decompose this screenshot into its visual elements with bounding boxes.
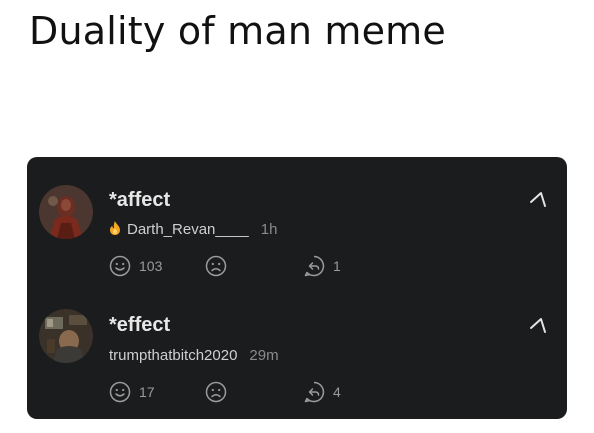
comment-age: 29m bbox=[249, 347, 279, 364]
dislike-button[interactable] bbox=[205, 381, 227, 403]
reply-count: 4 bbox=[333, 384, 341, 400]
avatar-image bbox=[39, 185, 93, 239]
avatar[interactable] bbox=[39, 185, 93, 239]
comment-age: 1h bbox=[260, 221, 278, 238]
like-count: 103 bbox=[139, 258, 163, 274]
avatar-image bbox=[39, 309, 93, 363]
comment-item: *affect Darth_Revan____ 1h 103 1 bbox=[27, 157, 567, 287]
comment-body: *effect bbox=[109, 314, 171, 336]
page-title: Duality of man meme bbox=[29, 9, 446, 53]
comment-author[interactable]: Darth_Revan____ bbox=[127, 221, 249, 238]
fire-icon bbox=[109, 221, 121, 239]
frown-icon bbox=[205, 255, 227, 277]
comment-body: *affect bbox=[109, 189, 171, 211]
reply-button[interactable]: 4 bbox=[303, 381, 341, 403]
avatar[interactable] bbox=[39, 309, 93, 363]
upvote-arrow-icon[interactable] bbox=[527, 187, 549, 209]
reply-icon bbox=[304, 255, 325, 277]
frown-icon bbox=[205, 381, 227, 403]
comment-author[interactable]: trumpthatbitch2020 bbox=[109, 347, 237, 364]
comment-item: *effect trumpthatbitch2020 29m 17 4 bbox=[27, 283, 567, 413]
reply-button[interactable]: 1 bbox=[303, 255, 341, 277]
comment-meta: trumpthatbitch2020 29m bbox=[109, 347, 279, 364]
like-button[interactable]: 17 bbox=[109, 381, 155, 403]
smile-icon bbox=[109, 255, 131, 277]
comments-panel: *affect Darth_Revan____ 1h 103 1 *effect… bbox=[27, 157, 567, 419]
upvote-arrow-icon[interactable] bbox=[527, 313, 549, 335]
reply-count: 1 bbox=[333, 258, 341, 274]
like-count: 17 bbox=[139, 384, 155, 400]
dislike-button[interactable] bbox=[205, 255, 227, 277]
like-button[interactable]: 103 bbox=[109, 255, 162, 277]
reply-icon bbox=[304, 381, 325, 403]
smile-icon bbox=[109, 381, 131, 403]
comment-meta: Darth_Revan____ 1h bbox=[109, 221, 277, 239]
